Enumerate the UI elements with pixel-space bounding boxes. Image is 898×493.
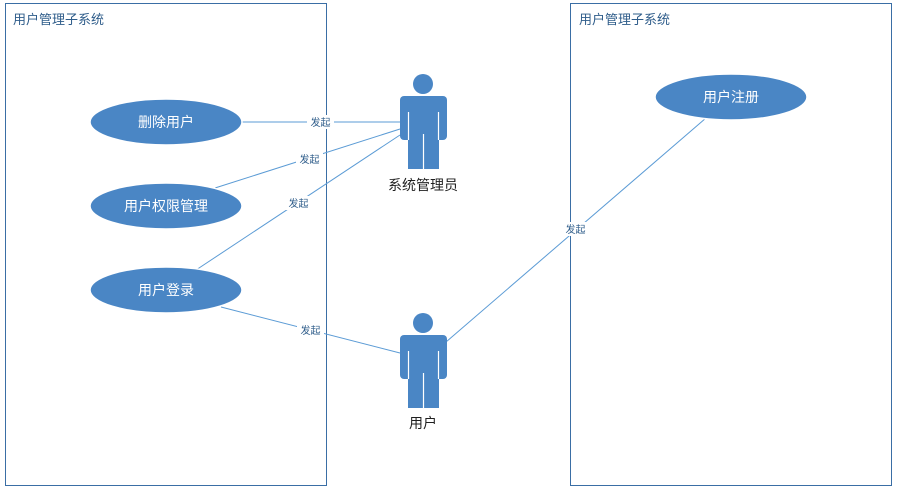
use-case-label: 用户注册	[703, 89, 759, 106]
use-case-diagram: 用户管理子系统 用户管理子系统 发起 发起 发起 发起 发起 删除用户 用户权限…	[5, 3, 892, 486]
use-case-user-register[interactable]: 用户注册	[654, 73, 808, 121]
use-case-delete-user[interactable]: 删除用户	[89, 98, 243, 146]
actor-user[interactable]: 用户	[400, 313, 447, 432]
actor-figure-icon[interactable]	[400, 313, 447, 408]
association-label: 发起	[311, 116, 331, 129]
use-case-permission-management[interactable]: 用户权限管理	[89, 182, 243, 230]
use-case-user-login[interactable]: 用户登录	[89, 266, 243, 314]
boundary-left-rect	[5, 3, 327, 486]
boundary-left-title: 用户管理子系统	[13, 12, 104, 28]
use-case-label: 用户登录	[138, 282, 194, 299]
actor-label: 用户	[409, 415, 437, 432]
association-label: 发起	[566, 223, 586, 236]
association-label: 发起	[289, 197, 309, 210]
actor-label: 系统管理员	[388, 178, 458, 194]
actor-admin[interactable]: 系统管理员	[388, 74, 458, 194]
use-case-label: 用户权限管理	[124, 198, 208, 215]
association-label: 发起	[301, 324, 321, 337]
boundary-left-subsystem: 用户管理子系统	[5, 3, 327, 486]
use-case-label: 删除用户	[138, 114, 194, 131]
actor-figure-icon[interactable]	[400, 74, 447, 169]
boundary-right-title: 用户管理子系统	[579, 12, 670, 28]
association-label: 发起	[300, 153, 320, 166]
